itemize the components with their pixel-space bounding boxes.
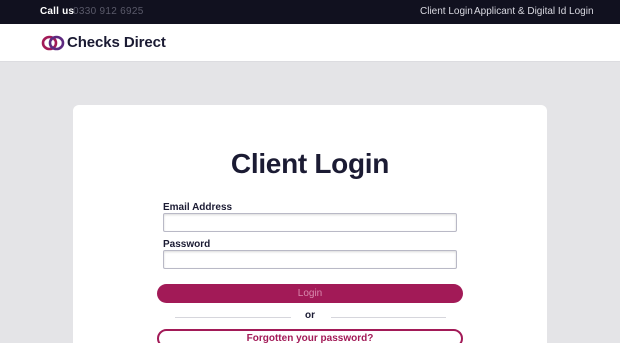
forgot-password-button[interactable]: Forgotten your password? bbox=[157, 329, 463, 343]
site-header: Checks Direct bbox=[0, 24, 620, 62]
login-card: Client Login Email Address Password Logi… bbox=[73, 105, 547, 343]
applicant-login-link[interactable]: Applicant & Digital Id Login bbox=[474, 6, 594, 17]
or-separator: or bbox=[305, 310, 315, 321]
password-field[interactable] bbox=[163, 250, 457, 269]
top-bar: Call us 0330 912 6925 Client Login Appli… bbox=[0, 0, 620, 24]
divider-left bbox=[175, 317, 291, 318]
client-login-link[interactable]: Client Login bbox=[420, 6, 473, 17]
login-button[interactable]: Login bbox=[157, 284, 463, 303]
password-label: Password bbox=[163, 239, 211, 250]
email-label: Email Address bbox=[163, 202, 233, 213]
linked-rings-icon[interactable] bbox=[41, 35, 65, 51]
brand-name[interactable]: Checks Direct bbox=[67, 34, 166, 51]
call-us-label: Call us bbox=[40, 6, 75, 17]
page-title: Client Login bbox=[230, 148, 390, 179]
email-field[interactable] bbox=[163, 213, 457, 232]
divider-right bbox=[331, 317, 446, 318]
phone-number-link[interactable]: 0330 912 6925 bbox=[73, 6, 144, 17]
